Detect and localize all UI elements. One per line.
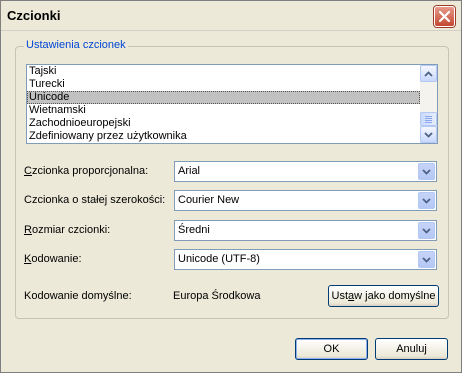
- encoding-select[interactable]: Unicode (UTF-8): [174, 249, 437, 270]
- scroll-down-button[interactable]: [420, 126, 437, 143]
- encoding-label: Kodowanie:: [24, 253, 82, 265]
- label-accesskey: C: [24, 165, 32, 177]
- label-text: Czcionka o stałej szerokości: [24, 194, 163, 206]
- label-text: :: [162, 194, 166, 206]
- button-text: w jako domyślne: [354, 290, 436, 302]
- default-encoding-value: Europa Środkowa: [173, 290, 261, 302]
- close-icon: [439, 11, 450, 22]
- dropdown-button[interactable]: [418, 163, 435, 180]
- list-item[interactable]: Turecki: [27, 78, 420, 91]
- select-value: Arial: [178, 165, 201, 177]
- title-bar: Czcionki: [1, 1, 461, 31]
- script-listbox[interactable]: Tajski Turecki Unicode Wietnamski Zachodnioe…: [26, 64, 438, 144]
- chevron-up-icon: [424, 70, 433, 77]
- thumb-grip: [425, 121, 432, 123]
- chevron-down-icon: [422, 256, 431, 263]
- group-label: Ustawienia czcionek: [24, 39, 128, 51]
- scroll-thumb[interactable]: [420, 112, 437, 126]
- listbox-items: Tajski Turecki Unicode Wietnamski Zachodnioe…: [27, 65, 420, 143]
- proportional-font-select[interactable]: Arial: [174, 161, 437, 182]
- list-item[interactable]: Unicode: [27, 91, 420, 104]
- set-default-button[interactable]: Ust a w jako domyślne: [328, 285, 439, 307]
- label-text: odowanie:: [31, 253, 82, 265]
- close-button[interactable]: [434, 6, 455, 27]
- select-value: Średni: [178, 224, 210, 236]
- list-item[interactable]: Zdefiniowany przez użytkownika: [27, 130, 420, 143]
- label-accesskey: R: [24, 224, 32, 236]
- scroll-up-button[interactable]: [420, 65, 437, 82]
- label-text: zcionka proporcjonalna:: [31, 165, 149, 177]
- select-value: Unicode (UTF-8): [178, 253, 260, 265]
- font-dialog: Czcionki Ustawienia czcionek Tajski Turec…: [0, 0, 462, 373]
- chevron-down-icon: [422, 168, 431, 175]
- button-text: Ust: [331, 290, 349, 302]
- thumb-grip: [425, 115, 432, 117]
- select-value: Courier New: [178, 194, 240, 206]
- cancel-button[interactable]: Anuluj: [375, 338, 448, 360]
- label-text: ozmiar czcionki:: [31, 224, 111, 236]
- default-encoding-label: Kodowanie domyślne:: [24, 290, 132, 302]
- list-item[interactable]: Wietnamski: [27, 104, 420, 117]
- chevron-down-icon: [422, 197, 431, 204]
- chevron-down-icon: [424, 131, 433, 138]
- dialog-title: Czcionki: [7, 8, 61, 23]
- ok-button[interactable]: OK: [295, 338, 368, 360]
- dropdown-button[interactable]: [418, 192, 435, 209]
- thumb-grip: [425, 117, 432, 119]
- dropdown-button[interactable]: [418, 222, 435, 239]
- fixed-font-label: Czcionka o stałej szerokości:: [24, 194, 165, 206]
- font-size-select[interactable]: Średni: [174, 220, 437, 241]
- listbox-scrollbar[interactable]: [420, 65, 437, 143]
- fixed-font-select[interactable]: Courier New: [174, 190, 437, 211]
- list-item[interactable]: Zachodnioeuropejski: [27, 117, 420, 130]
- dropdown-button[interactable]: [418, 251, 435, 268]
- font-size-label: Rozmiar czcionki:: [24, 224, 110, 236]
- chevron-down-icon: [422, 227, 431, 234]
- list-item[interactable]: Tajski: [27, 65, 420, 78]
- thumb-grip: [425, 119, 432, 121]
- font-settings-group: Ustawienia czcionek Tajski Turecki Unicode…: [15, 39, 449, 319]
- proportional-font-label: Czcionka proporcjonalna:: [24, 165, 148, 177]
